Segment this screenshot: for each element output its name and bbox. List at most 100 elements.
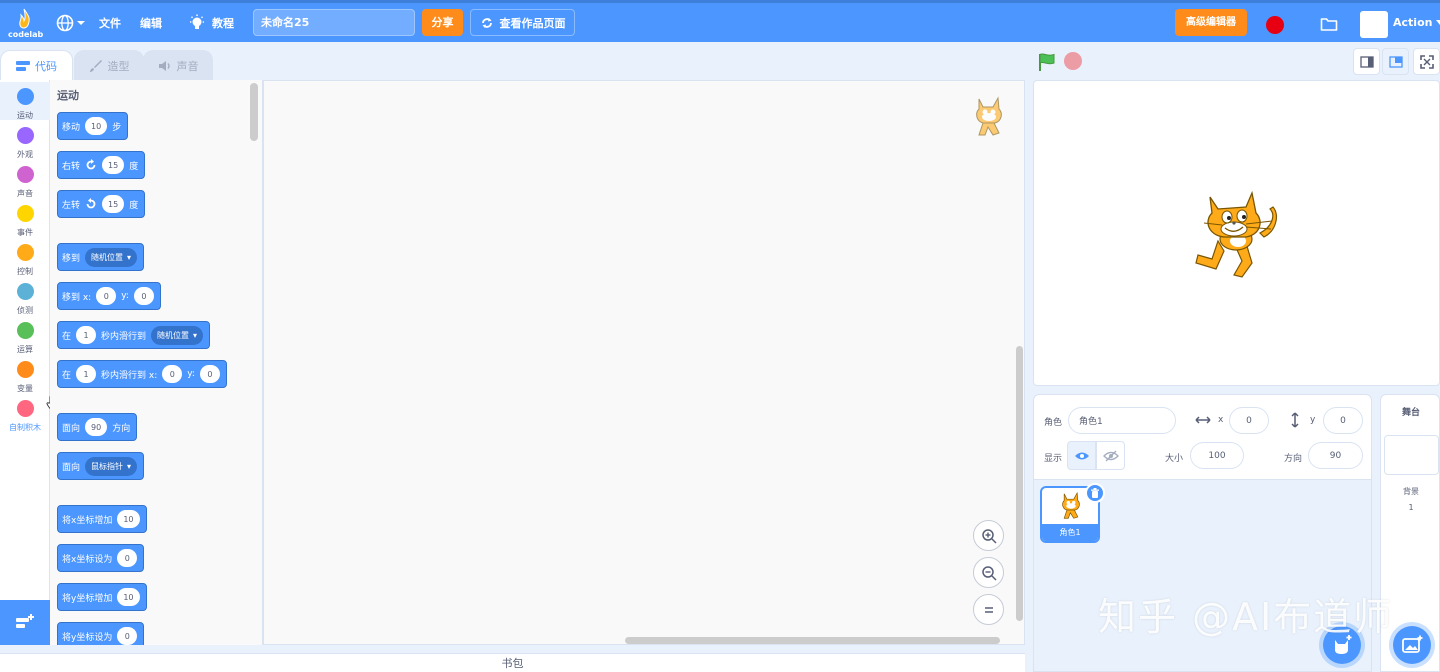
tab-costumes[interactable]: 造型	[74, 50, 144, 80]
language-menu[interactable]	[56, 3, 86, 42]
file-menu[interactable]: 文件	[99, 3, 121, 42]
zoom-in-button[interactable]	[973, 520, 1004, 551]
category-label: 控制	[17, 267, 33, 276]
backpack-bar[interactable]: 书包	[0, 653, 1025, 672]
script-area[interactable]	[263, 80, 1025, 645]
equals-icon	[984, 606, 993, 613]
degrees-input[interactable]: 15	[102, 195, 125, 213]
block-label: 度	[129, 161, 139, 172]
block-change-x[interactable]: 将x坐标增加 10	[57, 505, 147, 533]
category-looks[interactable]: 外观	[0, 121, 50, 159]
block-glide-to-xy[interactable]: 在 1 秒内滑行到 x: 0 y: 0	[57, 360, 227, 388]
direction-input[interactable]: 90	[85, 418, 108, 436]
category-sound[interactable]: 声音	[0, 160, 50, 198]
block-go-to[interactable]: 移到 随机位置 ▾	[57, 243, 145, 271]
hide-sprite-button[interactable]	[1096, 441, 1125, 470]
block-move-steps[interactable]: 移动 10 步	[57, 112, 129, 140]
zoom-out-icon	[981, 565, 997, 581]
degrees-input[interactable]: 15	[102, 156, 125, 174]
block-turn-right[interactable]: 右转 15 度	[57, 151, 146, 179]
lightbulb-icon	[190, 14, 204, 29]
glide-target-dropdown[interactable]: 随机位置 ▾	[151, 325, 204, 345]
block-set-y[interactable]: 将y坐标设为 0	[57, 622, 145, 645]
small-stage-button[interactable]	[1353, 48, 1380, 75]
go-to-target-dropdown[interactable]: 随机位置 ▾	[85, 247, 138, 267]
zoom-reset-button[interactable]	[973, 594, 1004, 625]
green-flag-icon[interactable]	[1037, 52, 1057, 72]
block-go-to-xy[interactable]: 移到 x: 0 y: 0	[57, 282, 161, 310]
share-button[interactable]: 分享	[422, 9, 463, 36]
category-sensing[interactable]: 侦测	[0, 277, 50, 315]
palette-heading: 运动	[57, 89, 79, 102]
y-input[interactable]: 0	[199, 365, 220, 383]
value-input[interactable]: 10	[117, 510, 140, 528]
codelab-logo[interactable]: codelab	[6, 7, 43, 41]
stage-canvas[interactable]	[1033, 80, 1440, 386]
category-operators[interactable]: 运算	[0, 316, 50, 354]
steps-input[interactable]: 10	[85, 117, 108, 135]
advanced-editor-button[interactable]: 高级编辑器	[1175, 9, 1247, 36]
value-input[interactable]: 0	[117, 549, 138, 567]
value-input[interactable]: 0	[117, 627, 138, 645]
sprite-cat-thumbnail-icon	[976, 96, 1002, 136]
caret-down-icon: ▾	[127, 461, 132, 471]
block-label: 右转	[62, 161, 81, 172]
category-variables[interactable]: 变量	[0, 355, 50, 393]
block-point-towards[interactable]: 面向 鼠标指针 ▾	[57, 452, 145, 480]
block-change-y[interactable]: 将y坐标增加 10	[57, 583, 147, 611]
category-motion[interactable]: 运动	[0, 82, 50, 120]
category-label: 事件	[17, 228, 33, 237]
category-label: 运算	[17, 345, 33, 354]
y-input[interactable]: 0	[133, 287, 154, 305]
block-glide-to[interactable]: 在 1 秒内滑行到 随机位置 ▾	[57, 321, 211, 349]
script-vertical-scrollbar[interactable]	[1016, 346, 1023, 621]
user-menu[interactable]: Action	[1393, 3, 1440, 42]
zoom-out-button[interactable]	[973, 557, 1004, 588]
point-towards-dropdown[interactable]: 鼠标指针 ▾	[85, 456, 138, 476]
category-my-blocks[interactable]: 自制积木	[0, 394, 50, 432]
secs-input[interactable]: 1	[76, 365, 97, 383]
tab-sounds[interactable]: 声音	[143, 50, 213, 80]
stage-thumbnail[interactable]	[1384, 435, 1439, 475]
show-sprite-button[interactable]	[1067, 441, 1096, 470]
eye-hidden-icon	[1102, 450, 1119, 461]
globe-icon	[56, 14, 85, 31]
cat-sprite-icon[interactable]	[1194, 191, 1280, 281]
value-input[interactable]: 10	[117, 588, 140, 606]
direction-input[interactable]: 90	[1308, 442, 1363, 469]
tutorials-menu[interactable]: 教程	[188, 3, 234, 42]
sprite-name-input[interactable]: 角色1	[1068, 407, 1176, 434]
folder-icon[interactable]	[1320, 16, 1338, 32]
edit-menu[interactable]: 编辑	[140, 3, 162, 42]
block-label: 将x坐标设为	[62, 554, 113, 565]
user-avatar[interactable]	[1360, 11, 1388, 38]
delete-sprite-button[interactable]	[1085, 483, 1105, 503]
see-project-page-button[interactable]: 查看作品页面	[470, 9, 575, 36]
block-label: 移动	[62, 122, 81, 133]
fullscreen-icon	[1419, 54, 1434, 69]
size-input[interactable]: 100	[1190, 442, 1244, 469]
x-input[interactable]: 0	[1229, 407, 1269, 434]
block-point-in-direction[interactable]: 面向 90 方向	[57, 413, 138, 441]
control-dot-icon	[16, 244, 34, 261]
block-set-x[interactable]: 将x坐标设为 0	[57, 544, 145, 572]
category-events[interactable]: 事件	[0, 199, 50, 237]
stop-button[interactable]	[1064, 52, 1082, 70]
fullscreen-button[interactable]	[1413, 48, 1440, 75]
script-horizontal-scrollbar[interactable]	[625, 637, 1000, 644]
x-input[interactable]: 0	[162, 365, 183, 383]
block-label: 方向	[112, 423, 131, 434]
block-turn-left[interactable]: 左转 15 度	[57, 190, 146, 218]
tab-code[interactable]: 代码	[0, 50, 73, 80]
normal-stage-button[interactable]	[1382, 48, 1409, 75]
y-input[interactable]: 0	[1323, 407, 1363, 434]
caret-down-icon: ▾	[127, 252, 132, 262]
add-extension-button[interactable]	[0, 600, 50, 645]
project-title-input[interactable]: 未命名25	[253, 9, 415, 36]
palette-scrollbar[interactable]	[250, 83, 258, 141]
secs-input[interactable]: 1	[76, 326, 97, 344]
x-input[interactable]: 0	[96, 287, 117, 305]
record-button[interactable]	[1266, 16, 1284, 34]
category-control[interactable]: 控制	[0, 238, 50, 276]
choose-backdrop-button[interactable]	[1393, 626, 1431, 664]
